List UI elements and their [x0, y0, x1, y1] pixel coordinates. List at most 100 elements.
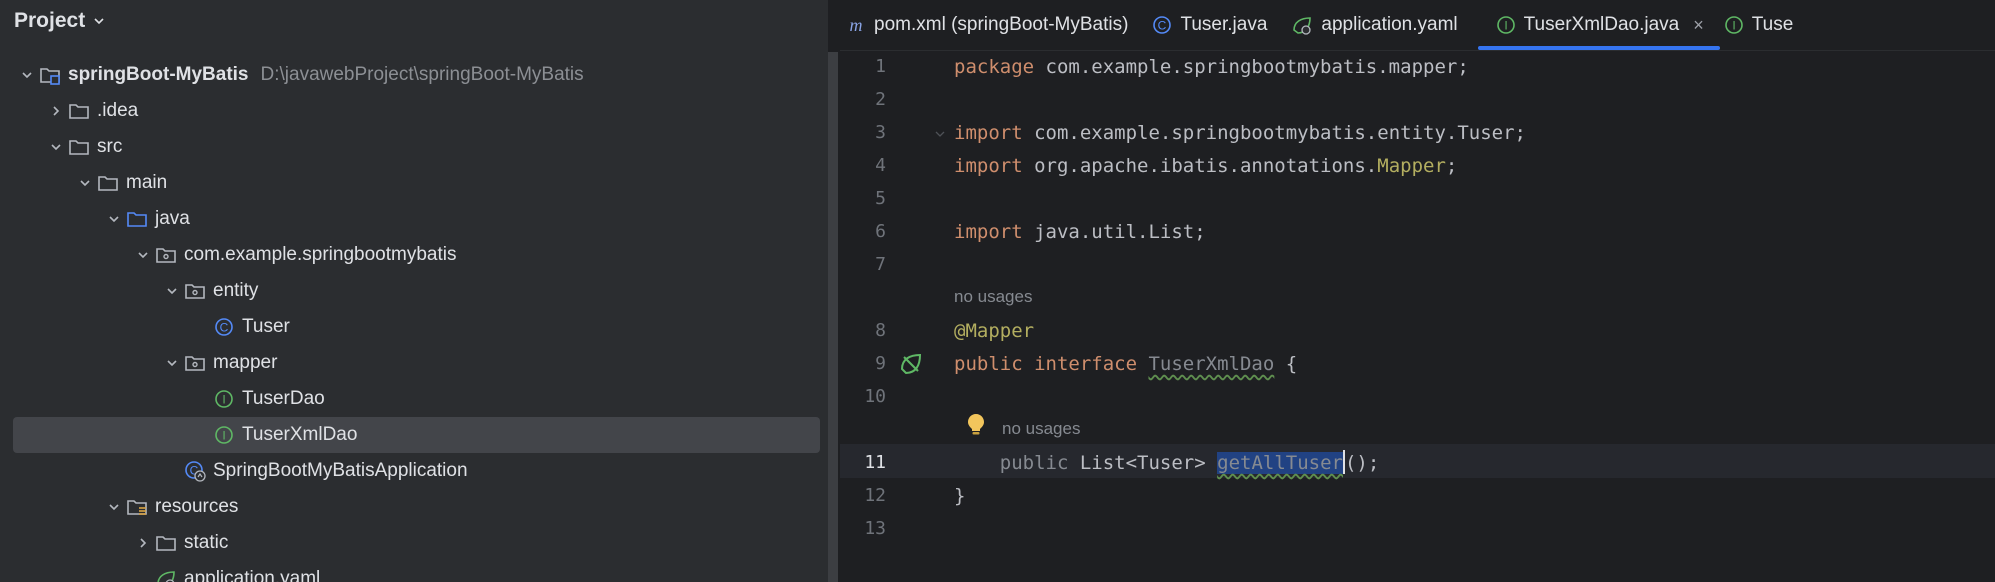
chevron-down-icon[interactable] — [45, 136, 67, 158]
svg-text:C: C — [1158, 19, 1167, 33]
tree-node-com-example-springbootmybatis[interactable]: com.example.springbootmybatis — [0, 237, 828, 273]
tab-label: application.yaml — [1321, 14, 1458, 35]
code-area[interactable]: package com.example.springbootmybatis.ma… — [935, 52, 1994, 582]
tree-node-tuserxmldao[interactable]: I TuserXmlDao — [13, 417, 820, 453]
project-tree: springBoot-MyBatis D:\javawebProject\spri… — [0, 57, 828, 582]
code-line-12: } — [954, 485, 966, 507]
svg-text:I: I — [222, 429, 225, 443]
yaml-icon — [154, 567, 178, 582]
tree-node-springbootmybatisapplication[interactable]: C SpringBootMyBatisApplication — [0, 453, 828, 489]
code-editor[interactable]: m pom.xml (springBoot-MyBatis) C Tuser.java… — [840, 0, 1995, 582]
chevron-down-icon[interactable] — [103, 208, 125, 230]
chevron-down-icon[interactable] — [161, 280, 183, 302]
editor-tab[interactable]: I Tuse — [1720, 0, 1814, 50]
line-number: 12 — [864, 485, 886, 506]
spring-class-icon: C — [183, 459, 207, 483]
tree-node-main[interactable]: main — [0, 165, 828, 201]
close-tab-icon[interactable]: × — [1693, 15, 1704, 36]
maven-icon: m — [846, 15, 866, 35]
tree-node-tuser[interactable]: C Tuser — [0, 309, 828, 345]
lightbulb-icon[interactable] — [966, 412, 986, 436]
editor-tab[interactable]: I TuserXmlDao.java × — [1477, 0, 1720, 50]
tree-node-resources[interactable]: resources — [0, 489, 828, 525]
chevron-down-icon[interactable] — [161, 352, 183, 374]
svg-text:I: I — [1504, 19, 1507, 33]
tree-node-src[interactable]: src — [0, 129, 828, 165]
line-number-current: 11 — [864, 452, 886, 473]
package-icon — [183, 351, 207, 375]
chevron-down-icon[interactable] — [16, 64, 38, 86]
tab-label: Tuse — [1751, 14, 1794, 35]
interface-icon: I — [1496, 15, 1516, 35]
module-folder-icon — [38, 63, 62, 87]
chevron-down-icon[interactable] — [132, 244, 154, 266]
folder-icon — [154, 531, 178, 555]
chevron-down-icon[interactable] — [103, 496, 125, 518]
tree-node-static[interactable]: static — [0, 525, 828, 561]
line-number: 10 — [864, 386, 886, 407]
line-number: 9 — [875, 353, 886, 374]
code-line-11: public List<Tuser> getAllTuser (); — [954, 448, 1379, 478]
line-number: 1 — [875, 56, 886, 77]
code-line-9: public interface TuserXmlDao { — [954, 353, 1298, 375]
editor-tab[interactable]: m pom.xml (springBoot-MyBatis) — [840, 0, 1148, 50]
code-line-3: import com.example.springbootmybatis.ent… — [954, 122, 1526, 144]
line-number: 2 — [875, 89, 886, 110]
yaml-icon — [1291, 14, 1313, 36]
line-number: 7 — [875, 254, 886, 275]
tree-node-label: TuserDao — [242, 388, 325, 409]
project-view-selector[interactable]: Project — [14, 6, 107, 36]
interface-icon: I — [212, 423, 236, 447]
tree-node-idea[interactable]: .idea — [0, 93, 828, 129]
project-title: Project — [14, 9, 86, 32]
usages-hint[interactable]: no usages — [1002, 416, 1080, 442]
chevron-down-icon[interactable] — [74, 172, 96, 194]
package-icon — [154, 243, 178, 267]
selected-method-name[interactable]: getAllTuser — [1217, 452, 1343, 474]
tree-node-label: mapper — [213, 352, 278, 373]
code-line-1: package com.example.springbootmybatis.ma… — [954, 56, 1469, 78]
tree-node-label: java — [155, 208, 190, 229]
tree-node-tuserdao[interactable]: I TuserDao — [0, 381, 828, 417]
line-number: 4 — [875, 155, 886, 176]
tree-node-label: entity — [213, 280, 259, 301]
editor-tabs: m pom.xml (springBoot-MyBatis) C Tuser.java… — [840, 0, 1995, 51]
tree-node-label: main — [126, 172, 168, 193]
line-number: 3 — [875, 122, 886, 143]
project-panel: Project springBoot-MyBatis D:\javawebProj… — [0, 0, 828, 582]
line-number: 13 — [864, 518, 886, 539]
spring-bean-gutter-icon[interactable] — [898, 351, 924, 377]
code-line-4: import org.apache.ibatis.annotations.Map… — [954, 155, 1458, 177]
tree-node-java[interactable]: java — [0, 201, 828, 237]
tree-node-label: Tuser — [242, 316, 290, 337]
svg-text:m: m — [850, 15, 863, 35]
interface-icon: I — [1724, 15, 1744, 35]
tab-label: TuserXmlDao.java — [1523, 14, 1680, 35]
tree-node-label: com.example.springbootmybatis — [184, 244, 457, 265]
svg-text:I: I — [1732, 19, 1735, 33]
chevron-right-icon[interactable] — [132, 532, 154, 554]
editor-tab[interactable]: C Tuser.java — [1148, 0, 1287, 50]
tree-node-entity[interactable]: entity — [0, 273, 828, 309]
tree-node-springboot-mybatis[interactable]: springBoot-MyBatis D:\javawebProject\spri… — [0, 57, 828, 93]
package-icon — [183, 279, 207, 303]
usages-hint[interactable]: no usages — [954, 284, 1032, 310]
folder-icon — [67, 99, 91, 123]
svg-text:I: I — [222, 393, 225, 407]
line-number: 6 — [875, 221, 886, 242]
resources-folder-icon — [125, 495, 149, 519]
fold-icon[interactable] — [934, 128, 946, 140]
line-number: 5 — [875, 188, 886, 209]
folder-icon — [67, 135, 91, 159]
chevron-right-icon[interactable] — [45, 100, 67, 122]
tree-node-label: SpringBootMyBatisApplication — [213, 460, 468, 481]
tree-node-mapper[interactable]: mapper — [0, 345, 828, 381]
source-folder-icon — [125, 207, 149, 231]
editor-tab[interactable]: application.yaml — [1287, 0, 1477, 50]
tree-node-label: resources — [155, 496, 239, 517]
tree-node-label: springBoot-MyBatis — [68, 64, 249, 85]
ide-window: Project springBoot-MyBatis D:\javawebProj… — [0, 0, 1995, 582]
tree-node-application-yaml[interactable]: application.yaml — [0, 561, 828, 582]
